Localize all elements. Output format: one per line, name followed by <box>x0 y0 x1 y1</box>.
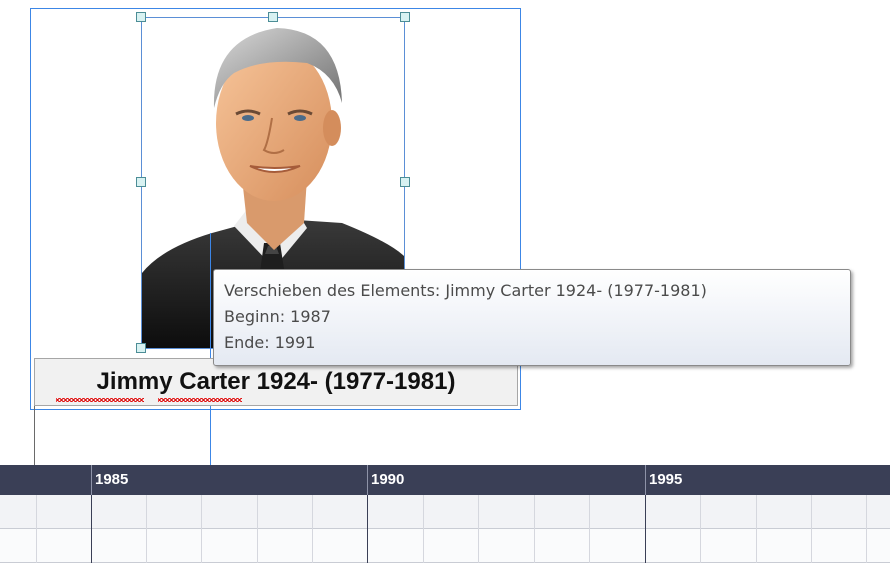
grid-line <box>756 495 757 563</box>
year-tick <box>645 465 646 495</box>
move-tooltip: Verschieben des Elements: Jimmy Carter 1… <box>213 269 851 366</box>
grid-line <box>866 495 867 563</box>
element-connector-line <box>34 406 35 465</box>
tooltip-line-move: Verschieben des Elements: Jimmy Carter 1… <box>224 281 707 300</box>
grid-line-major <box>645 495 646 563</box>
grid-line <box>534 495 535 563</box>
grid-line <box>257 495 258 563</box>
grid-line <box>700 495 701 563</box>
resize-handle-middle-right[interactable] <box>400 177 410 187</box>
caption-text: Jimmy Carter 1924- (1977-1981) <box>96 368 456 395</box>
year-label-1995: 1995 <box>649 471 683 488</box>
grid-line <box>36 495 37 563</box>
grid-line-major <box>91 495 92 563</box>
resize-handle-middle-left[interactable] <box>136 177 146 187</box>
spellcheck-underline <box>56 398 144 402</box>
grid-line <box>589 495 590 563</box>
year-tick <box>91 465 92 495</box>
tooltip-line-begin: Beginn: 1987 <box>224 307 331 326</box>
tooltip-line-end: Ende: 1991 <box>224 333 316 352</box>
timeline-scale[interactable]: 1985 1990 1995 <box>0 465 890 495</box>
drag-position-line <box>210 233 211 465</box>
grid-line <box>146 495 147 563</box>
resize-handle-bottom-left[interactable] <box>136 343 146 353</box>
year-label-1985: 1985 <box>95 471 129 488</box>
year-label-1990: 1990 <box>371 471 405 488</box>
spellcheck-underline <box>158 398 242 402</box>
grid-line <box>312 495 313 563</box>
grid-line <box>478 495 479 563</box>
resize-handle-top-right[interactable] <box>400 12 410 22</box>
grid-line <box>201 495 202 563</box>
grid-line <box>811 495 812 563</box>
grid-line-major <box>367 495 368 563</box>
grid-line <box>423 495 424 563</box>
year-tick <box>367 465 368 495</box>
resize-handle-top-left[interactable] <box>136 12 146 22</box>
resize-handle-top-center[interactable] <box>268 12 278 22</box>
